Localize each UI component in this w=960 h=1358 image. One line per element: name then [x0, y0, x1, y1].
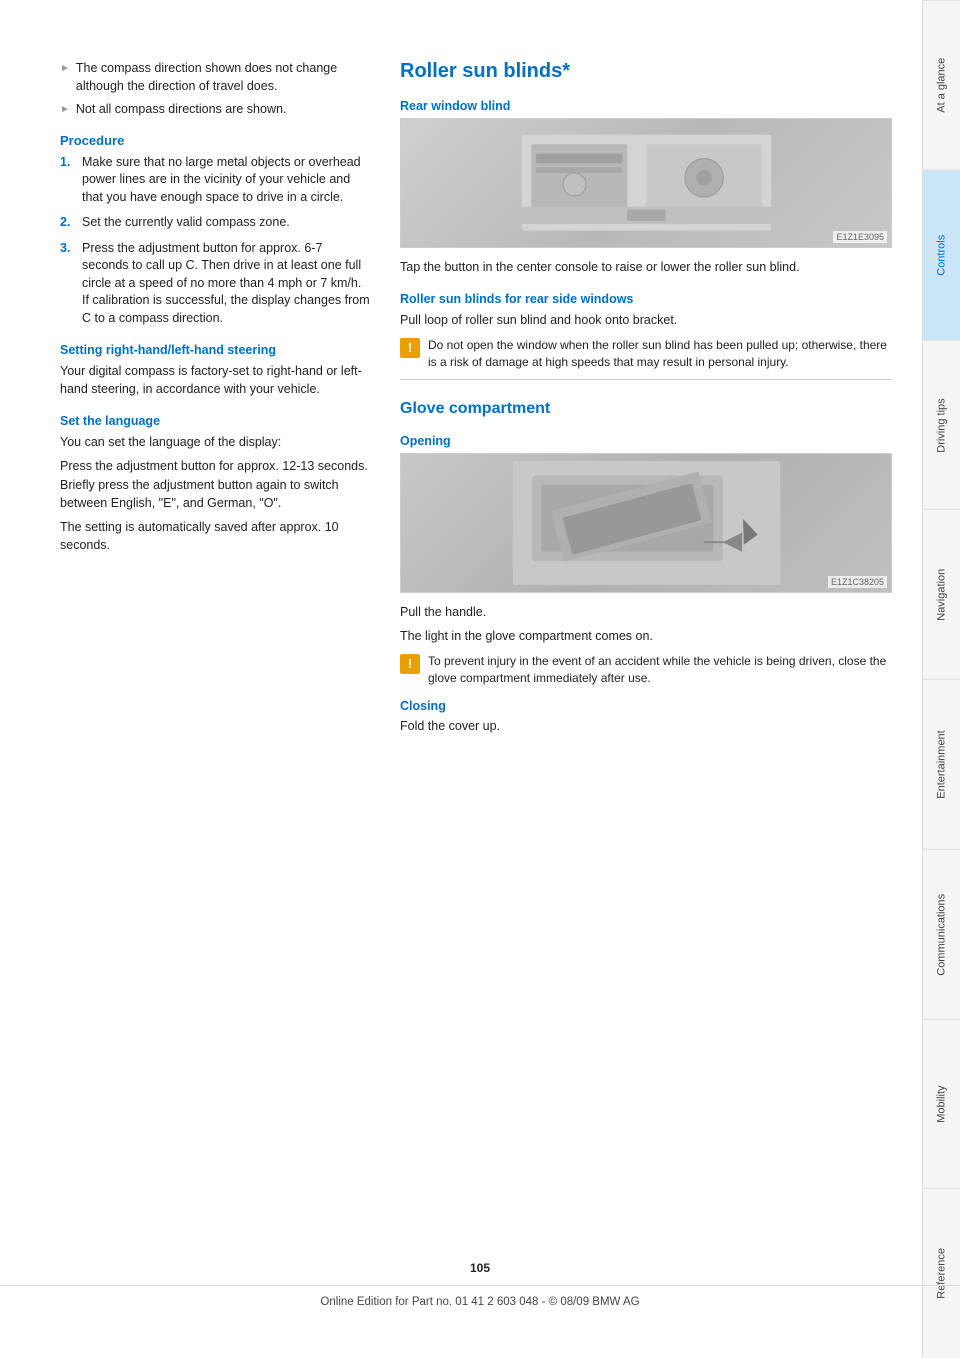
sidebar-tab-controls[interactable]: Controls	[923, 170, 960, 340]
step-text-1: Make sure that no large metal objects or…	[82, 154, 370, 207]
right-column: Roller sun blinds* Rear window blind E1Z…	[400, 60, 892, 1318]
step-2: 2. Set the currently valid compass zone.	[60, 214, 370, 232]
roller-side-heading: Roller sun blinds for rear side windows	[400, 292, 892, 306]
page-wrapper: ► The compass direction shown does not c…	[0, 0, 960, 1358]
left-column: ► The compass direction shown does not c…	[60, 60, 370, 1318]
opening-warning-box: ! To prevent injury in the event of an a…	[400, 653, 892, 687]
roller-blind-image: E1Z1E3095	[400, 118, 892, 248]
procedure-list: 1. Make sure that no large metal objects…	[60, 154, 370, 328]
image1-id: E1Z1E3095	[833, 231, 887, 243]
glove-compartment-image: E1Z1C38205	[400, 453, 892, 593]
bullet-text-2: Not all compass directions are shown.	[76, 101, 287, 119]
step-3: 3. Press the adjustment button for appro…	[60, 240, 370, 328]
page-number: 105	[0, 1261, 960, 1275]
roller-blind-svg	[426, 125, 867, 240]
closing-heading: Closing	[400, 699, 892, 713]
rear-window-text: Tap the button in the center console to …	[400, 258, 892, 276]
sidebar-tab-entertainment[interactable]: Entertainment	[923, 679, 960, 849]
opening-warning-text: To prevent injury in the event of an acc…	[428, 653, 892, 687]
language-heading: Set the language	[60, 414, 370, 428]
opening-heading: Opening	[400, 434, 892, 448]
glove-compartment-svg	[426, 461, 867, 585]
roller-warning-box: ! Do not open the window when the roller…	[400, 337, 892, 371]
divider-1	[400, 379, 892, 380]
glove-title: Glove compartment	[400, 400, 892, 418]
language-text3: The setting is automatically saved after…	[60, 518, 370, 554]
sidebar-tab-communications[interactable]: Communications	[923, 849, 960, 1019]
sidebar: At a glance Controls Driving tips Naviga…	[922, 0, 960, 1358]
warning-icon-2: !	[400, 654, 420, 674]
closing-text: Fold the cover up.	[400, 717, 892, 735]
setting-heading: Setting right-hand/left-hand steering	[60, 343, 370, 357]
image2-id: E1Z1C38205	[828, 576, 887, 588]
language-text1: You can set the language of the display:	[60, 433, 370, 451]
bullet-item-1: ► The compass direction shown does not c…	[60, 60, 370, 95]
sidebar-tab-at-a-glance[interactable]: At a glance	[923, 0, 960, 170]
roller-side-text: Pull loop of roller sun blind and hook o…	[400, 311, 892, 329]
step-num-2: 2.	[60, 214, 74, 232]
footer: 105 Online Edition for Part no. 01 41 2 …	[0, 1261, 960, 1328]
bullet-item-2: ► Not all compass directions are shown.	[60, 101, 370, 119]
procedure-heading: Procedure	[60, 133, 370, 148]
roller-warning-text: Do not open the window when the roller s…	[428, 337, 892, 371]
sidebar-tab-driving-tips[interactable]: Driving tips	[923, 340, 960, 510]
setting-text: Your digital compass is factory-set to r…	[60, 362, 370, 398]
step-num-3: 3.	[60, 240, 74, 328]
step-1: 1. Make sure that no large metal objects…	[60, 154, 370, 207]
bullet-arrow-1: ►	[60, 62, 70, 95]
step-text-3: Press the adjustment button for approx. …	[82, 240, 370, 328]
bullet-text-1: The compass direction shown does not cha…	[76, 60, 370, 95]
sidebar-tab-navigation[interactable]: Navigation	[923, 509, 960, 679]
step-text-2: Set the currently valid compass zone.	[82, 214, 290, 232]
footer-copyright: Online Edition for Part no. 01 41 2 603 …	[0, 1285, 960, 1328]
roller-title: Roller sun blinds*	[400, 60, 892, 83]
warning-icon-1: !	[400, 338, 420, 358]
rear-window-heading: Rear window blind	[400, 99, 892, 113]
opening-text1: Pull the handle.	[400, 603, 892, 621]
opening-text2: The light in the glove compartment comes…	[400, 627, 892, 645]
step-num-1: 1.	[60, 154, 74, 207]
bullet-arrow-2: ►	[60, 103, 70, 119]
main-content: ► The compass direction shown does not c…	[0, 0, 922, 1358]
language-text2: Press the adjustment button for approx. …	[60, 457, 370, 511]
sidebar-tab-mobility[interactable]: Mobility	[923, 1019, 960, 1189]
